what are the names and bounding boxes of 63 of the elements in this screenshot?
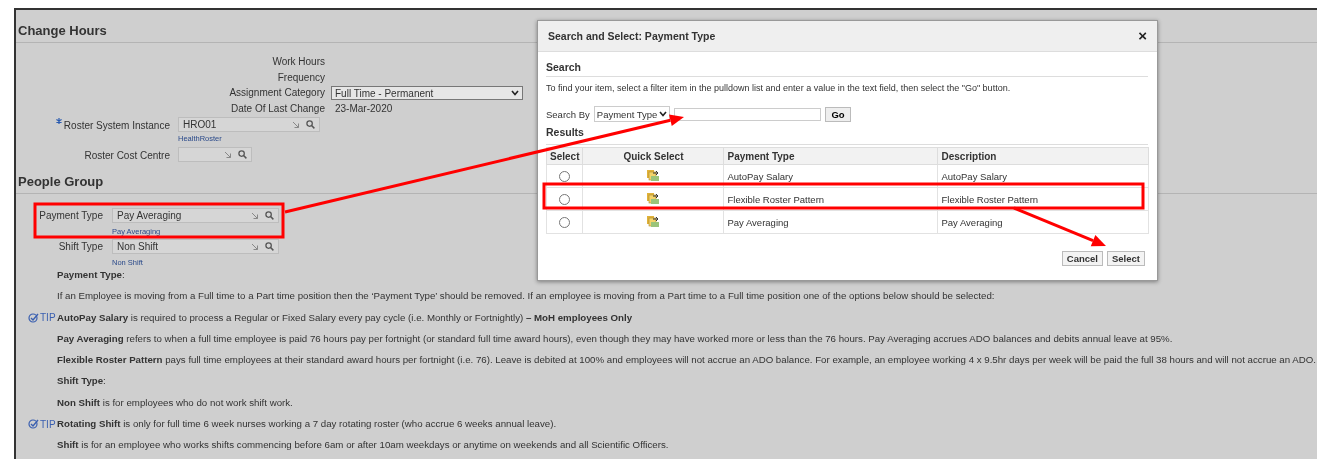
note-text: AutoPay Salary is required to process a Regular or Fixed Salary every pay cycle (i.e. Monthly or Fortnightly) – MoH employees Only: [57, 311, 634, 324]
arrow-icon: [251, 211, 259, 220]
column-header: Payment Type: [723, 147, 938, 165]
tip-badge: TIP: [28, 418, 56, 430]
field-label: Frequency: [276, 70, 325, 85]
radio-button[interactable]: [559, 217, 571, 228]
quick-select-icon[interactable]: [646, 214, 661, 228]
dialog-button[interactable]: Select: [1107, 251, 1145, 266]
lookup-field[interactable]: Non Shift: [112, 239, 279, 254]
note-text: Shift Type:: [57, 375, 107, 388]
instruction-text: To find your item, select a filter item in the pulldown list and enter a value in the text field, then select the "Go" button.: [546, 83, 1012, 93]
table-cell: Flexible Roster Pattern: [937, 187, 1149, 211]
chevron-icon: [511, 90, 519, 97]
arrow-icon: [292, 120, 300, 129]
search-icon[interactable]: [238, 150, 247, 159]
go-button[interactable]: Go: [825, 106, 851, 122]
field-label: Date Of Last Change: [230, 101, 325, 116]
column-header: Quick Select: [582, 147, 724, 165]
required-icon: [55, 118, 62, 124]
field-label: Shift Type: [58, 240, 103, 254]
section-heading: Search: [546, 52, 1148, 77]
column-header: Description: [937, 147, 1149, 165]
quick-select-icon[interactable]: [646, 168, 661, 182]
note-text: Pay Averaging refers to when a full time employee is paid 76 hours pay per fortnight (or standard full time award hours), even though they may have worked more or less than the 76 hours. Pay Averaging accrues ADO balances and debits annual leave at 95%.: [57, 332, 1174, 345]
lookup-field[interactable]: Pay Averaging: [112, 208, 279, 223]
dialog-button[interactable]: Cancel: [1061, 251, 1103, 266]
table-cell: AutoPay Salary: [723, 164, 938, 188]
note-text: Shift is for an employee who works shifts commencing before 6am or after 10am weekdays or anytime on weekends and all Scientific Officers.: [57, 439, 670, 452]
search-icon[interactable]: [306, 120, 315, 129]
radio-button[interactable]: [559, 171, 571, 182]
note-text: Payment Type:: [57, 269, 126, 281]
note-text: Rotating Shift is only for full time 6 week nurses working a 7 day rotating roster (who accrue 6 weeks annual leave).: [57, 418, 558, 431]
note-text: If an Employee is moving from a Full time to a Part time position then the ‘Payment Type’ should be removed. If an employee is moving from a Part time to a Full time position one of the options below should be selected:: [57, 290, 996, 303]
field-label: Roster System Instance: [63, 120, 170, 131]
arrow-icon: [224, 150, 232, 159]
date-value: 23-Mar-2020: [334, 103, 394, 115]
table-cell: Pay Averaging: [937, 210, 1149, 234]
table-cell: AutoPay Salary: [937, 164, 1149, 188]
chevron-icon: [659, 111, 668, 117]
category-select[interactable]: Full Time - Permanent: [331, 86, 523, 101]
field-label: Search By: [546, 108, 590, 120]
lookup-field[interactable]: HRO01: [178, 117, 320, 132]
arrow-icon: [251, 242, 259, 251]
search-icon[interactable]: [265, 242, 274, 251]
search-field[interactable]: [674, 107, 822, 121]
field-label: Work Hours: [271, 55, 325, 69]
radio-button[interactable]: [559, 194, 571, 205]
search-by-select[interactable]: Payment Type: [593, 106, 671, 122]
note-text: Non Shift is for employees who do not work shift work.: [57, 396, 294, 409]
field-label: Payment Type: [39, 209, 103, 223]
lookup-field[interactable]: [178, 147, 252, 162]
table-cell: Pay Averaging: [723, 210, 938, 234]
note-text: Flexible Roster Pattern pays full time employees at their standard award hours per fortnight (i.e. 76). Leave is debited at 100% and employees will not accrue an ADO balance. For example, an employee working 4 x 9.5hr days per week will be paid the full 38 hours and will not accrue an ADO.: [57, 354, 1317, 367]
section-heading: Results: [546, 126, 1148, 145]
dialog-title: Search and Select: Payment Type: [548, 30, 716, 42]
search-icon[interactable]: [265, 211, 274, 220]
column-header: Select: [546, 147, 583, 165]
field-label: Assignment Category: [228, 86, 325, 100]
quick-select-icon[interactable]: [646, 191, 661, 205]
field-label: Roster Cost Centre: [84, 150, 170, 161]
table-cell: Flexible Roster Pattern: [723, 187, 938, 211]
tip-badge: TIP: [28, 312, 56, 324]
close-button[interactable]: ×: [1138, 29, 1147, 43]
